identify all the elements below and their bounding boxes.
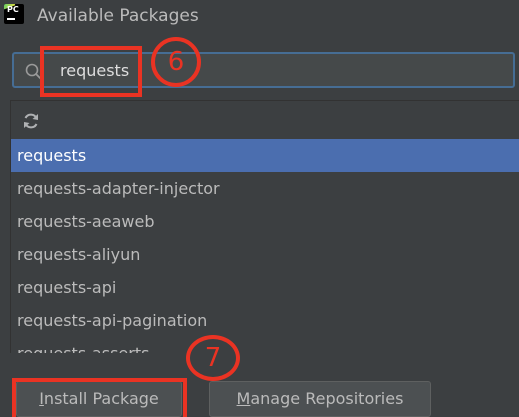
package-list-item[interactable]: requests-asserts — [11, 337, 519, 353]
refresh-icon[interactable] — [21, 111, 41, 131]
annotation-box-install — [12, 378, 187, 417]
annotation-step-7: 7 — [186, 335, 240, 381]
package-list-item[interactable]: requests-api — [11, 271, 519, 304]
list-toolbar — [11, 101, 519, 139]
package-list-item[interactable]: requests-api-pagination — [11, 304, 519, 337]
logo-text: PC — [7, 5, 19, 14]
logo-bar — [7, 18, 15, 20]
package-list-item[interactable]: requests — [11, 139, 519, 172]
manage-label: anage Repositories — [250, 389, 404, 408]
manage-mnemonic: M — [236, 389, 251, 408]
annotation-step-6: 6 — [151, 37, 201, 87]
window-title: Available Packages — [37, 6, 199, 26]
manage-repositories-button[interactable]: Manage Repositories — [209, 381, 431, 417]
package-list-item[interactable]: requests-aliyun — [11, 238, 519, 271]
annotation-box-search — [40, 46, 142, 97]
title-bar: PC Available Packages — [0, 0, 519, 34]
package-list-items: requests requests-adapter-injector request… — [11, 139, 519, 353]
package-list-item[interactable]: requests-aeaweb — [11, 205, 519, 238]
package-list-item[interactable]: requests-adapter-injector — [11, 172, 519, 205]
pycharm-logo-icon: PC — [4, 4, 24, 24]
package-list[interactable]: requests requests-adapter-injector request… — [10, 100, 519, 353]
